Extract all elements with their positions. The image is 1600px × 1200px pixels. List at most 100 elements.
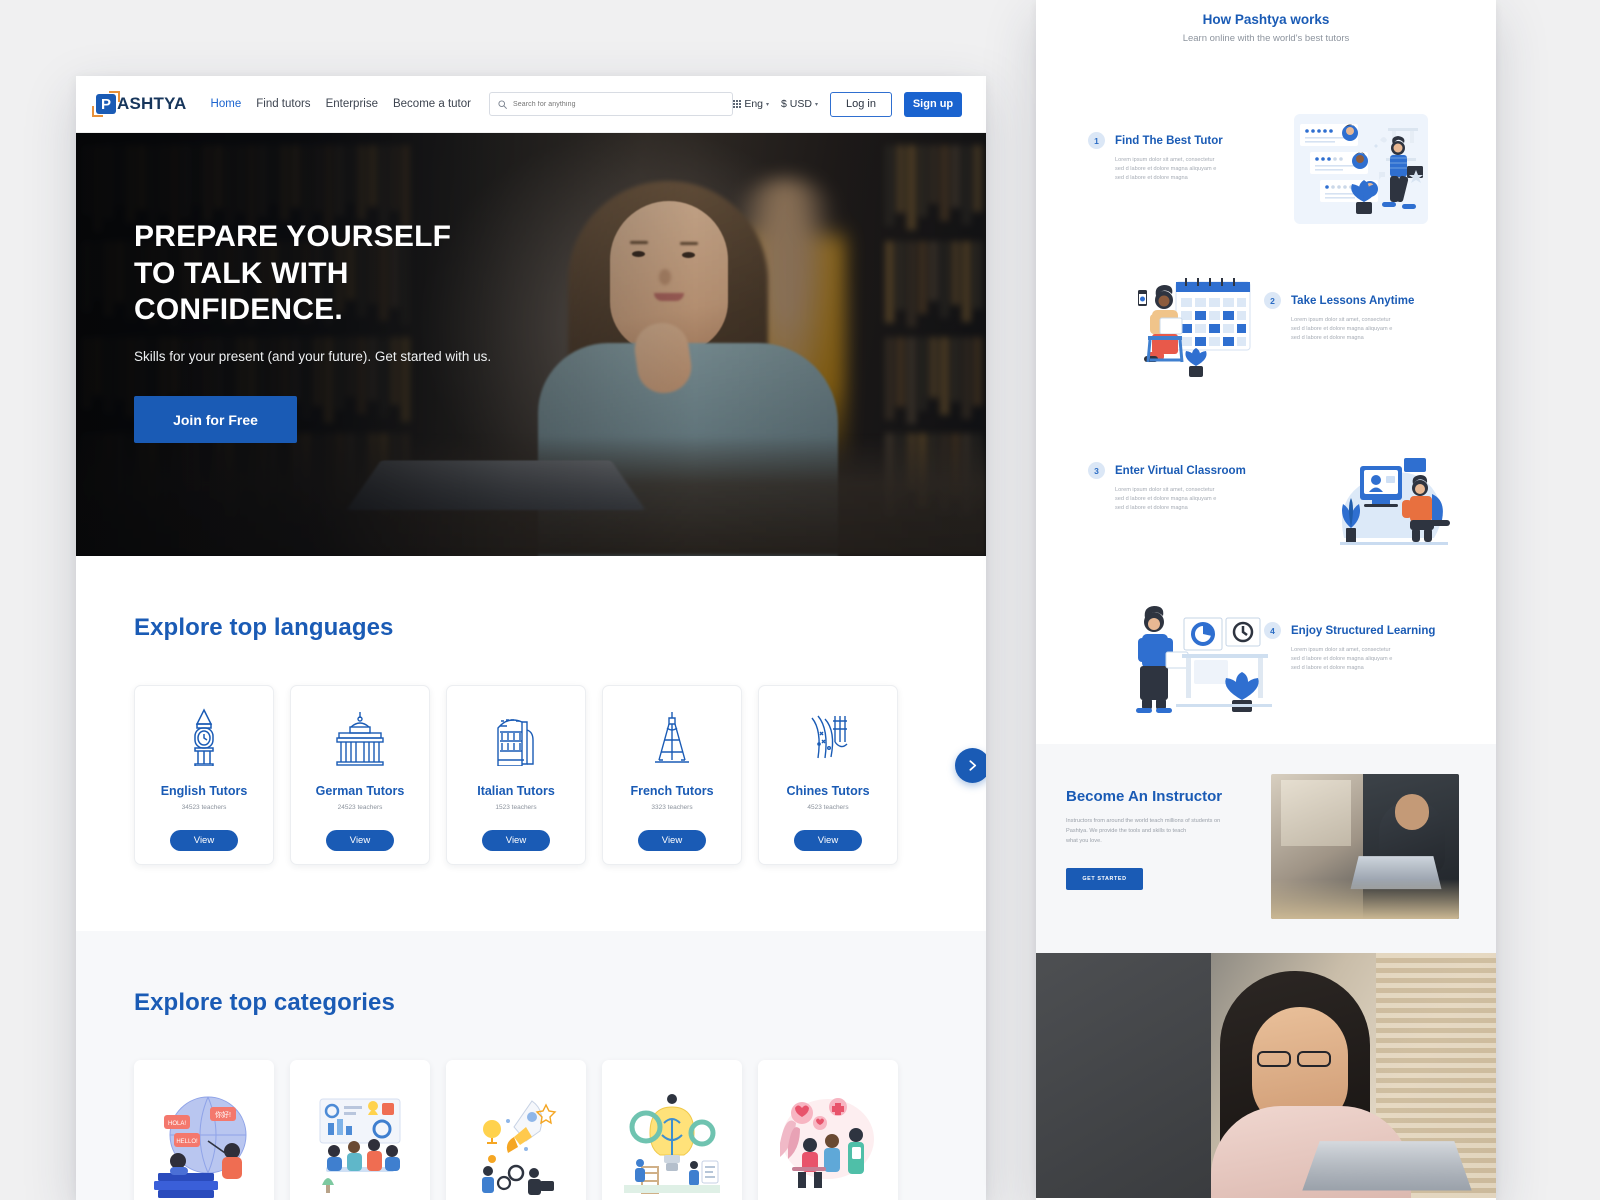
hero-title: PREPARE YOURSELF TO TALK WITH CONFIDENCE… [134, 220, 452, 327]
language-card[interactable]: French Tutors 3323 teachers View [602, 685, 742, 865]
search-box[interactable] [488, 92, 734, 116]
how-it-works-subtitle: Learn online with the world's best tutor… [1182, 33, 1350, 44]
how-it-works-steps: 1 Find The Best Tutor Lorem ipsum dolor … [1036, 44, 1496, 744]
header-actions: Eng ▾ $ USD ▾ Log in Sign up [733, 91, 962, 117]
how-it-works-step: 2 Take Lessons Anytime Lorem ipsum dolor… [1036, 274, 1496, 394]
language-view-button[interactable]: View [638, 830, 706, 851]
brand-logo[interactable]: P ASHTYA [92, 91, 187, 117]
step-description: Lorem ipsum dolor sit amet, consectetur … [1115, 157, 1217, 182]
brandenburg-gate-icon [333, 708, 387, 766]
step-description: Lorem ipsum dolor sit amet, consectetur … [1291, 647, 1393, 672]
nav-item-become-a-tutor[interactable]: Become a tutor [393, 98, 471, 110]
language-cards-row: English Tutors 34523 teachers View Germa… [134, 685, 986, 865]
get-started-button[interactable]: GET STARTED [1066, 868, 1143, 891]
site-header: P ASHTYA Home Find tutors Enterprise Bec… [76, 76, 986, 133]
brain-idea-illustration [616, 1089, 728, 1200]
big-ben-icon [182, 708, 226, 766]
top-languages-section: Explore top languages English Tutors 345… [76, 556, 986, 931]
globe-grid-icon [733, 100, 742, 108]
language-card[interactable]: English Tutors 34523 teachers View [134, 685, 274, 865]
hero-subtitle: Skills for your present (and your future… [134, 348, 492, 364]
left-mockup-panel: P ASHTYA Home Find tutors Enterprise Bec… [76, 76, 986, 1200]
chevron-right-icon [969, 760, 977, 771]
become-instructor-section: Become An Instructor Instructors from ar… [1036, 744, 1496, 953]
instructor-photo [1271, 774, 1459, 919]
language-card-title: Italian Tutors [477, 784, 555, 798]
language-label: Eng [744, 98, 764, 110]
language-view-button[interactable]: View [170, 830, 238, 851]
step-title: Enjoy Structured Learning [1291, 624, 1436, 637]
language-view-button[interactable]: View [326, 830, 394, 851]
language-card-title: French Tutors [630, 784, 714, 798]
logo-mark-icon: P [92, 91, 120, 117]
category-card[interactable] [290, 1060, 430, 1200]
step-description: Lorem ipsum dolor sit amet, consectetur … [1115, 487, 1217, 512]
step-number-badge: 1 [1088, 132, 1105, 149]
svg-text:你好!: 你好! [215, 1110, 231, 1119]
virtual-classroom-illustration [1324, 444, 1456, 559]
step-number-badge: 3 [1088, 462, 1105, 479]
hero-content: PREPARE YOURSELF TO TALK WITH CONFIDENCE… [134, 219, 554, 444]
calendar-scheduling-illustration [1134, 274, 1264, 389]
language-card-count: 34523 teachers [181, 804, 227, 811]
language-card-title: English Tutors [160, 784, 248, 798]
currency-label: $ USD [781, 98, 812, 110]
language-card-title: German Tutors [315, 784, 405, 798]
category-card[interactable] [446, 1060, 586, 1200]
instructor-description: Instructors from around the world teach … [1066, 818, 1221, 844]
svg-text:HOLA!: HOLA! [168, 1121, 186, 1127]
instructor-title: Become An Instructor [1066, 788, 1223, 805]
chinese-calligraphy-icon [802, 708, 854, 766]
nav-item-enterprise[interactable]: Enterprise [326, 98, 378, 110]
signup-button[interactable]: Sign up [904, 91, 962, 117]
how-it-works-title: How Pashtya works [1202, 12, 1330, 27]
language-selector[interactable]: Eng ▾ [733, 98, 769, 110]
language-card[interactable]: Italian Tutors 1523 teachers View [446, 685, 586, 865]
svg-text:HELLO!: HELLO! [176, 1139, 198, 1145]
step-title: Find The Best Tutor [1115, 134, 1223, 147]
structured-learning-illustration [1124, 604, 1274, 719]
join-for-free-button[interactable]: Join for Free [134, 396, 297, 444]
how-it-works-step: 1 Find The Best Tutor Lorem ipsum dolor … [1036, 114, 1496, 234]
carousel-next-button[interactable] [955, 748, 986, 783]
right-mockup-panel: How Pashtya works Learn online with the … [1036, 0, 1496, 1200]
language-view-button[interactable]: View [794, 830, 862, 851]
language-card-title: Chines Tutors [786, 784, 870, 798]
category-card[interactable] [602, 1060, 742, 1200]
step-title: Take Lessons Anytime [1291, 294, 1415, 307]
step-number-badge: 2 [1264, 292, 1281, 309]
main-navigation: Home Find tutors Enterprise Become a tut… [211, 98, 471, 110]
language-globe-illustration: HOLA! HELLO! 你好! [148, 1089, 260, 1200]
language-card-count: 24523 teachers [337, 804, 383, 811]
rocket-launch-illustration [460, 1089, 572, 1200]
how-it-works-step: 4 Enjoy Structured Learning Lorem ipsum … [1036, 604, 1496, 724]
language-card-count: 1523 teachers [495, 804, 537, 811]
login-button[interactable]: Log in [830, 91, 892, 117]
nav-item-home[interactable]: Home [211, 98, 242, 110]
language-card[interactable]: German Tutors 24523 teachers View [290, 685, 430, 865]
how-it-works-header: How Pashtya works Learn online with the … [1036, 0, 1496, 44]
language-card[interactable]: Chines Tutors 4523 teachers View [758, 685, 898, 865]
category-card[interactable] [758, 1060, 898, 1200]
top-categories-section: Explore top categories HOLA! HELLO! 你好! [76, 931, 986, 1200]
category-cards-row: HOLA! HELLO! 你好! [134, 1060, 928, 1200]
language-card-count: 3323 teachers [651, 804, 693, 811]
eiffel-tower-icon [650, 708, 694, 766]
language-card-count: 4523 teachers [807, 804, 849, 811]
search-input[interactable] [512, 100, 725, 108]
language-view-button[interactable]: View [482, 830, 550, 851]
step-title: Enter Virtual Classroom [1115, 464, 1246, 477]
languages-section-title: Explore top languages [134, 614, 394, 641]
business-meeting-illustration [304, 1089, 416, 1200]
healthcare-illustration [772, 1089, 884, 1200]
category-card[interactable]: HOLA! HELLO! 你好! [134, 1060, 274, 1200]
step-description: Lorem ipsum dolor sit amet, consectetur … [1291, 317, 1393, 342]
nav-item-find-tutors[interactable]: Find tutors [256, 98, 310, 110]
how-it-works-step: 3 Enter Virtual Classroom Lorem ipsum do… [1036, 444, 1496, 564]
currency-selector[interactable]: $ USD ▾ [781, 98, 818, 110]
categories-section-title: Explore top categories [134, 989, 395, 1016]
chevron-down-icon: ▾ [814, 101, 818, 108]
hero-banner: PREPARE YOURSELF TO TALK WITH CONFIDENCE… [76, 133, 986, 556]
chevron-down-icon: ▾ [766, 101, 770, 108]
bottom-hero-photo [1036, 953, 1496, 1198]
